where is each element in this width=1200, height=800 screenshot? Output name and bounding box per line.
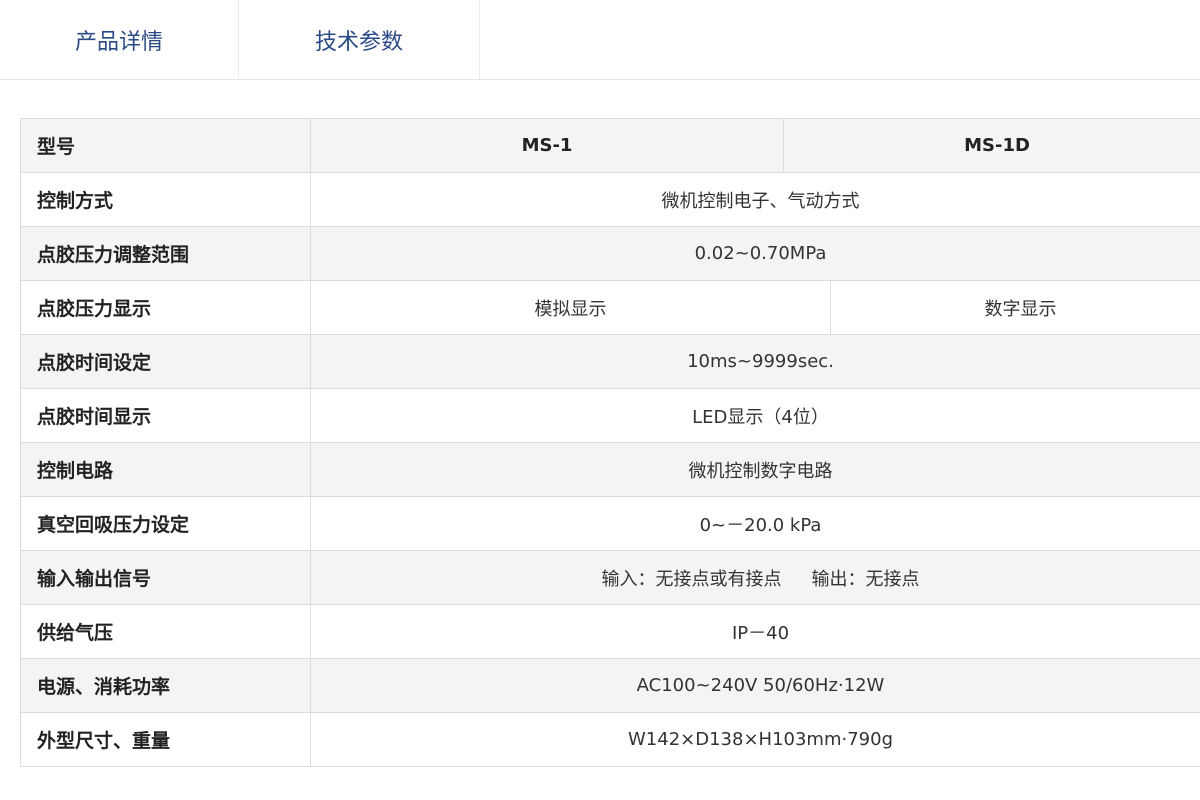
row-value: 输入：无接点或有接点 输出：无接点 bbox=[310, 550, 1200, 605]
row-label: 供给气压 bbox=[20, 604, 311, 659]
table-row: 点胶压力调整范围 0.02~0.70MPa bbox=[20, 226, 1200, 281]
table-row: 真空回吸压力设定 0~－20.0 kPa bbox=[20, 496, 1200, 551]
row-value: 微机控制电子、气动方式 bbox=[310, 172, 1200, 227]
row-value: AC100~240V 50/60Hz·12W bbox=[310, 658, 1200, 713]
input-signal: 输入：无接点或有接点 bbox=[601, 568, 782, 590]
table-header-row: 型号 MS-1 MS-1D bbox=[20, 118, 1200, 173]
row-label: 外型尺寸、重量 bbox=[20, 712, 311, 767]
row-value: 0~－20.0 kPa bbox=[310, 496, 1200, 551]
row-label: 点胶时间设定 bbox=[20, 334, 311, 389]
output-signal: 输出：无接点 bbox=[811, 568, 920, 590]
spec-table: 型号 MS-1 MS-1D 控制方式 微机控制电子、气动方式 点胶压力调整范围 … bbox=[20, 118, 1200, 767]
table-row: 控制电路 微机控制数字电路 bbox=[20, 442, 1200, 497]
row-label: 点胶压力调整范围 bbox=[20, 226, 311, 281]
model-ms-1: MS-1 bbox=[310, 118, 784, 173]
row-label: 真空回吸压力设定 bbox=[20, 496, 311, 551]
row-label: 点胶压力显示 bbox=[20, 280, 311, 335]
table-row: 点胶时间显示 LED显示（4位） bbox=[20, 388, 1200, 443]
row-label: 型号 bbox=[20, 118, 311, 173]
row-label: 点胶时间显示 bbox=[20, 388, 311, 443]
row-label: 电源、消耗功率 bbox=[20, 658, 311, 713]
row-label: 控制电路 bbox=[20, 442, 311, 497]
table-row: 输入输出信号 输入：无接点或有接点 输出：无接点 bbox=[20, 550, 1200, 605]
row-value-ms-1: 模拟显示 bbox=[310, 280, 831, 335]
table-row: 电源、消耗功率 AC100~240V 50/60Hz·12W bbox=[20, 658, 1200, 713]
row-value: 10ms~9999sec. bbox=[310, 334, 1200, 389]
row-value: 微机控制数字电路 bbox=[310, 442, 1200, 497]
row-value: W142×D138×H103mm·790g bbox=[310, 712, 1200, 767]
model-ms-1d: MS-1D bbox=[783, 118, 1200, 173]
row-value: LED显示（4位） bbox=[310, 388, 1200, 443]
table-row: 点胶时间设定 10ms~9999sec. bbox=[20, 334, 1200, 389]
table-row: 控制方式 微机控制电子、气动方式 bbox=[20, 172, 1200, 227]
row-label: 控制方式 bbox=[20, 172, 311, 227]
table-row: 点胶压力显示 模拟显示 数字显示 bbox=[20, 280, 1200, 335]
row-value-ms-1d: 数字显示 bbox=[830, 280, 1200, 335]
tab-technical-parameters[interactable]: 技术参数 bbox=[239, 0, 480, 79]
tab-product-details[interactable]: 产品详情 bbox=[0, 0, 239, 79]
table-row: 外型尺寸、重量 W142×D138×H103mm·790g bbox=[20, 712, 1200, 767]
row-label: 输入输出信号 bbox=[20, 550, 311, 605]
row-value: 0.02~0.70MPa bbox=[310, 226, 1200, 281]
row-value: IP－40 bbox=[310, 604, 1200, 659]
table-row: 供给气压 IP－40 bbox=[20, 604, 1200, 659]
tab-bar: 产品详情 技术参数 bbox=[0, 0, 1200, 80]
